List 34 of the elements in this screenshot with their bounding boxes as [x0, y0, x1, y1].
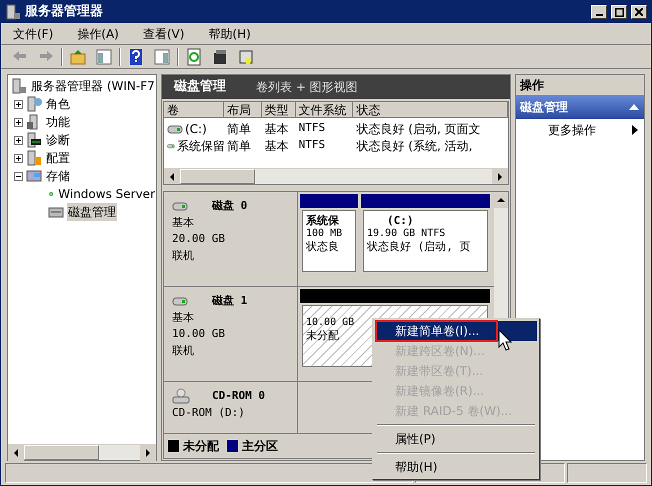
partition-size: 100 MB	[306, 227, 342, 240]
table-cell-text: 系统保留	[176, 138, 225, 154]
partition-status: 未分配	[306, 329, 339, 342]
partition-size: 19.90 GB NTFS	[367, 227, 446, 240]
disk-name: CD-ROM 0	[212, 388, 265, 404]
disk-size: 20.00 GB	[172, 231, 226, 247]
partition-size: 10.00 GB	[306, 316, 354, 329]
panel-subtitle: 卷列表 + 图形视图	[256, 79, 358, 96]
table-cell-text: 简单	[226, 120, 251, 138]
disk-type: 基本	[172, 214, 195, 230]
actions-title: 操作	[516, 75, 644, 95]
partition-status: 状态良好 (启动, 页	[367, 240, 470, 253]
legend-label: 主分区	[242, 438, 278, 455]
legend-label: 未分配	[183, 438, 219, 455]
disk-type: 基本	[172, 310, 195, 326]
disk-status: 联机	[172, 342, 195, 358]
table-cell-text: 基本	[264, 138, 289, 154]
table-cell-text: (C:)	[185, 120, 207, 138]
partition-name: (C:)	[386, 214, 414, 227]
table-cell-text: 状态良好 (启动, 页面文	[356, 120, 481, 138]
disk-name: 磁盘 0	[212, 198, 248, 214]
disk-size: 10.00 GB	[172, 326, 226, 342]
window-title: 服务器管理器	[25, 3, 104, 22]
table-cell-text: 基本	[264, 120, 289, 138]
table-cell-text: NTFS	[298, 137, 326, 154]
table-cell-text: NTFS	[298, 120, 326, 136]
panel-title: 磁盘管理	[174, 78, 226, 96]
table-cell-text: 简单	[226, 138, 251, 154]
partition-status: 状态良	[306, 240, 339, 253]
partition-name: 系统保	[306, 214, 339, 227]
table-cell-text: 状态良好 (系统, 活动,	[356, 138, 472, 154]
disk-type: CD-ROM (D:)	[172, 404, 246, 420]
disk-name: 磁盘 1	[212, 293, 248, 309]
disk-status: 联机	[172, 248, 195, 264]
